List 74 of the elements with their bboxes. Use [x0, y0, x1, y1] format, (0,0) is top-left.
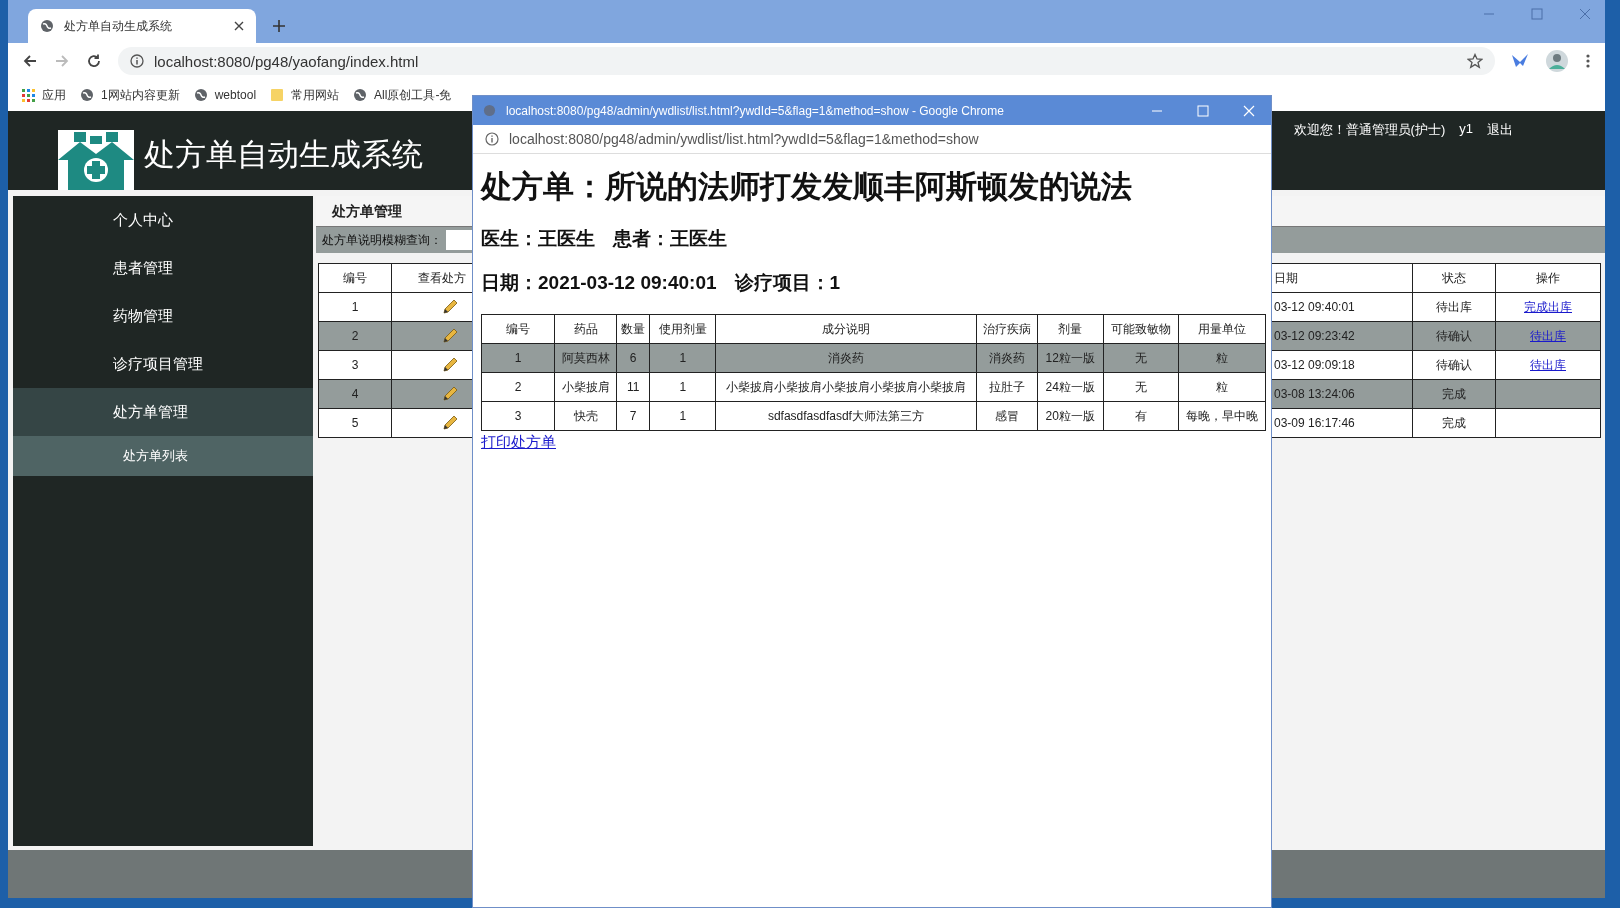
address-field[interactable]: localhost:8080/pg48/yaofang/index.html	[118, 47, 1495, 75]
print-link[interactable]: 打印处方单	[481, 433, 556, 452]
welcome-text: 欢迎您！普通管理员(护士)	[1293, 121, 1446, 139]
table-cell: 无	[1103, 343, 1179, 373]
sidebar-item[interactable]: 个人中心	[13, 196, 313, 244]
action-link[interactable]: 待出库	[1530, 357, 1566, 372]
table-cell: 3	[318, 350, 392, 380]
column-header: 编号	[481, 314, 555, 344]
column-header: 可能致敏物	[1103, 314, 1179, 344]
bookmark[interactable]: 常用网站	[270, 86, 340, 104]
bookmark[interactable]: 应用	[22, 86, 66, 104]
table-cell: 粒	[1178, 372, 1266, 402]
table-cell: 感冒	[976, 401, 1038, 431]
search-label: 处方单说明模糊查询：	[322, 231, 442, 249]
sidebar-item[interactable]: 诊疗项目管理	[13, 340, 313, 388]
table-cell: 20粒一版	[1037, 401, 1104, 431]
column-header: 药品	[554, 314, 617, 344]
column-header: 剂量	[1037, 314, 1104, 344]
table-cell: 24粒一版	[1037, 372, 1104, 402]
table-cell: 阿莫西林	[554, 343, 617, 373]
table-cell: 消炎药	[715, 343, 977, 373]
bookmark[interactable]: All原创工具-免	[353, 86, 452, 104]
system-title: 处方单自动生成系统	[144, 136, 423, 174]
table-cell: 1	[649, 343, 716, 373]
table-cell: 7	[616, 401, 650, 431]
table-cell: 无	[1103, 372, 1179, 402]
sidebar-item[interactable]: 处方单管理	[13, 388, 313, 436]
table-cell: 快壳	[554, 401, 617, 431]
table-cell: 1	[318, 292, 392, 322]
table-cell: 小柴披肩	[554, 372, 617, 402]
project-text: 诊疗项目：1	[734, 271, 841, 295]
table-cell: 11	[616, 372, 650, 402]
table-cell: 5	[318, 408, 392, 438]
table-cell: 拉肚子	[976, 372, 1038, 402]
table-cell: 粒	[1178, 343, 1266, 373]
column-header: 用量单位	[1178, 314, 1266, 344]
table-cell: 4	[318, 379, 392, 409]
patient-text: 患者：王医生	[613, 227, 727, 251]
table-cell: 完成	[1412, 379, 1496, 409]
logout-link[interactable]: 退出	[1487, 121, 1513, 139]
table-cell: 待出库	[1412, 292, 1496, 322]
column-header: 使用剂量	[649, 314, 716, 344]
table-cell: sdfasdfasdfasdf大师法第三方	[715, 401, 977, 431]
account-name: y1	[1459, 121, 1473, 138]
table-cell: 1	[649, 401, 716, 431]
sidebar-item[interactable]: 药物管理	[13, 292, 313, 340]
table-cell: 1	[649, 372, 716, 402]
table-cell: 消炎药	[976, 343, 1038, 373]
column-header: 数量	[616, 314, 650, 344]
browser-tab[interactable]: 处方单自动生成系统	[28, 9, 256, 43]
column-header: 治疗疾病	[976, 314, 1038, 344]
action-link[interactable]: 待出库	[1530, 328, 1566, 343]
sidebar-subitem[interactable]: 处方单列表	[13, 436, 313, 476]
table-cell: 2	[318, 321, 392, 351]
table-cell: 1	[481, 343, 555, 373]
table-cell: 3	[481, 401, 555, 431]
doctor-text: 医生：王医生	[481, 227, 595, 251]
table-cell: 待确认	[1412, 321, 1496, 351]
table-cell: 2	[481, 372, 555, 402]
table-cell: 小柴披肩小柴披肩小柴披肩小柴披肩小柴披肩	[715, 372, 977, 402]
bookmark[interactable]: 1网站内容更新	[80, 86, 180, 104]
column-header: 成分说明	[715, 314, 977, 344]
table-cell: 待确认	[1412, 350, 1496, 380]
table-cell: 每晚，早中晚	[1178, 401, 1266, 431]
bookmark[interactable]: webtool	[193, 88, 257, 102]
address-field[interactable]: localhost:8080/pg48/admin/ywdlist/list.html?ywdId=5&flag=1&method=show	[509, 131, 979, 147]
column-header: 操作	[1495, 263, 1601, 293]
table-cell: 12粒一版	[1037, 343, 1104, 373]
table-cell: 完成	[1412, 408, 1496, 438]
window-title: localhost:8080/pg48/admin/ywdlist/list.html?ywdId=5&flag=1&method=show - Google Chrome	[506, 103, 1005, 118]
sidebar-item[interactable]: 患者管理	[13, 244, 313, 292]
column-header: 状态	[1412, 263, 1496, 293]
column-header: 编号	[318, 263, 392, 293]
table-cell: 有	[1103, 401, 1179, 431]
